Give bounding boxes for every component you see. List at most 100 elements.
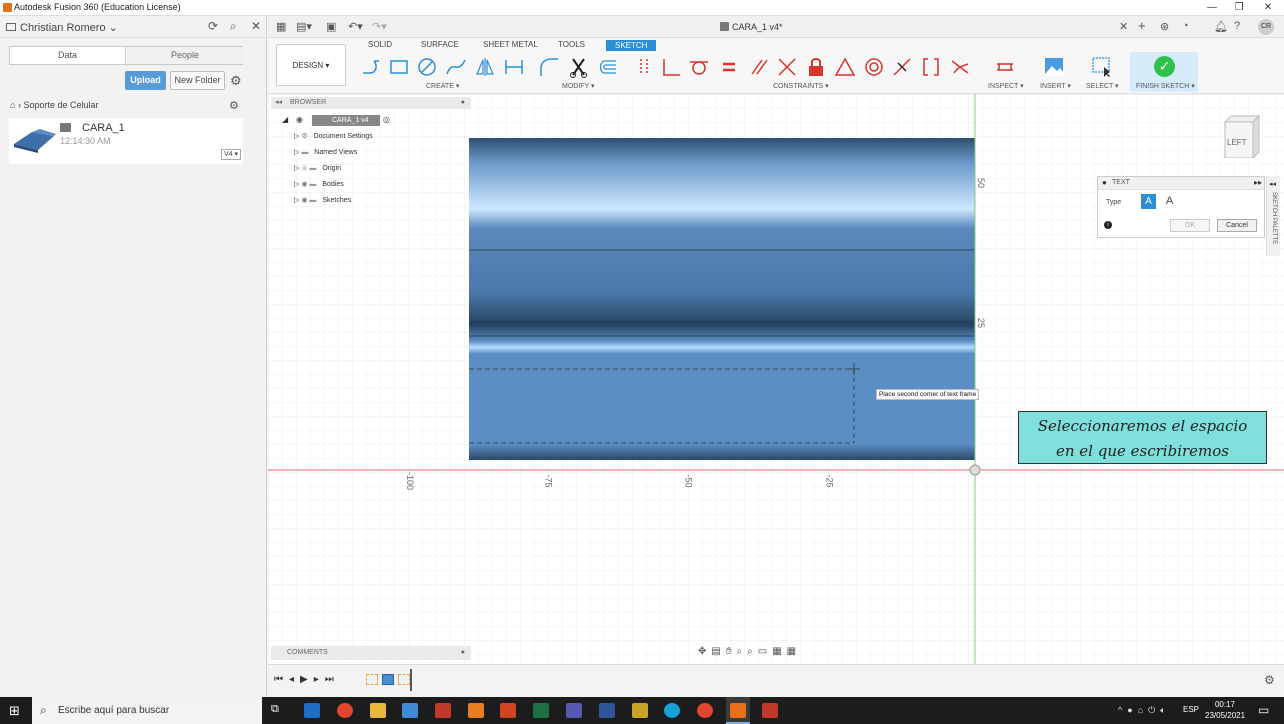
modify-group-label[interactable]: MODIFY ▾ xyxy=(562,82,595,90)
timeline-settings-icon[interactable]: ⚙ xyxy=(1264,673,1275,687)
home-icon[interactable]: ⌂ xyxy=(10,100,15,110)
circle-tool-icon[interactable] xyxy=(416,56,438,78)
create-group-label[interactable]: CREATE ▾ xyxy=(426,82,459,90)
extensions-icon[interactable]: ⊛ xyxy=(1160,20,1169,33)
dimension-tool-icon[interactable] xyxy=(503,56,525,78)
help-icon[interactable]: ? xyxy=(1234,20,1240,32)
tab-surface[interactable]: SURFACE xyxy=(421,40,459,49)
language-indicator[interactable]: ESP xyxy=(1183,705,1199,714)
activate-radio-icon[interactable]: ◎ xyxy=(383,115,390,124)
collinear-constraint-icon[interactable] xyxy=(776,56,798,78)
text-type-frame-button[interactable]: A xyxy=(1141,194,1156,209)
minimize-icon[interactable]: — xyxy=(1198,0,1226,16)
offset-tool-icon[interactable] xyxy=(596,56,618,78)
dialog-options-icon[interactable]: ● xyxy=(1102,178,1107,187)
chrome-icon[interactable] xyxy=(337,703,353,718)
teams-icon[interactable] xyxy=(566,703,582,718)
horizontal-vertical-constraint-icon[interactable] xyxy=(920,56,942,78)
step-back-icon[interactable]: ◂ xyxy=(289,674,300,685)
breadcrumb[interactable]: ⌂ › Soporte de Celular xyxy=(10,100,98,110)
document-title[interactable]: CARA_1 v4* xyxy=(732,22,783,32)
job-status-icon[interactable]: ◔ xyxy=(1182,20,1189,32)
tangent-constraint-icon[interactable] xyxy=(688,56,710,78)
clock[interactable]: 00:17 23/05/2021 xyxy=(1205,699,1245,721)
timeline-extrude-feature[interactable] xyxy=(382,674,394,685)
browser-item-sketches[interactable]: ▷ ◉ ▬ Sketches xyxy=(294,196,351,204)
word-icon[interactable] xyxy=(599,703,615,718)
viewports-icon[interactable]: ▦ xyxy=(787,646,801,657)
select-icon[interactable] xyxy=(1091,56,1113,78)
concentric-constraint-icon[interactable] xyxy=(863,56,885,78)
search-icon[interactable]: ⌕ xyxy=(230,19,237,34)
cortana-icon[interactable] xyxy=(664,703,680,718)
avatar[interactable]: CR xyxy=(1258,19,1274,35)
project-settings-icon[interactable]: ⚙ xyxy=(229,99,239,112)
coincident-constraint-icon[interactable] xyxy=(633,56,655,78)
constraints-group-label[interactable]: CONSTRAINTS ▾ xyxy=(773,82,829,90)
finish-sketch-button[interactable]: ✓ FINISH SKETCH ▾ xyxy=(1130,52,1198,92)
browser-item-named-views[interactable]: ▷ ▬ Named Views xyxy=(294,148,357,156)
maximize-icon[interactable]: ❐ xyxy=(1225,0,1253,16)
orbit-icon[interactable]: ✥ xyxy=(698,646,711,657)
tab-data[interactable]: Data xyxy=(10,47,126,64)
chrome-profile-icon[interactable] xyxy=(697,703,713,718)
equal-constraint-icon[interactable] xyxy=(718,56,740,78)
go-to-end-icon[interactable]: ⏭︎ xyxy=(325,674,340,685)
grid-settings-icon[interactable]: ▦ xyxy=(772,646,786,657)
collapse-icon[interactable]: ◂◂ xyxy=(275,99,282,106)
comments-options-icon[interactable]: ● xyxy=(461,646,465,660)
insert-group-label[interactable]: INSERT ▾ xyxy=(1040,82,1071,90)
browser-item-document-settings[interactable]: ▷ ⚙ Document Settings xyxy=(294,132,373,140)
perpendicular-constraint-icon[interactable] xyxy=(660,56,682,78)
text-type-path-button[interactable]: A xyxy=(1162,194,1177,209)
text-dialog-header[interactable]: ● TEXT ▸▸ xyxy=(1098,177,1264,190)
viewcube[interactable]: LEFT xyxy=(1215,114,1263,160)
refresh-icon[interactable]: ⟳ xyxy=(208,19,218,33)
tray-app-icon[interactable]: ● xyxy=(1127,705,1137,715)
mirror-tool-icon[interactable] xyxy=(474,56,496,78)
expand-icon[interactable]: ◢ xyxy=(282,115,288,124)
edge-icon[interactable] xyxy=(304,703,320,718)
line-tool-icon[interactable] xyxy=(360,56,382,78)
file-explorer-icon[interactable] xyxy=(370,703,386,718)
tab-sketch[interactable]: SKETCH xyxy=(606,40,657,51)
info-icon[interactable]: i xyxy=(1104,221,1112,229)
apps-grid-icon[interactable]: ▦ xyxy=(276,20,286,33)
spline-tool-icon[interactable] xyxy=(445,56,467,78)
measure-icon[interactable] xyxy=(994,56,1016,78)
timeline-sketch-feature[interactable] xyxy=(366,674,378,685)
play-icon[interactable]: ▶ xyxy=(300,674,314,685)
look-at-icon[interactable]: ▤ xyxy=(711,646,725,657)
parallel-constraint-icon[interactable] xyxy=(748,56,770,78)
fit-icon[interactable]: ⌕ xyxy=(747,646,758,657)
cancel-button[interactable]: Cancel xyxy=(1217,219,1257,232)
ok-button[interactable]: OK xyxy=(1170,219,1210,232)
network-icon[interactable]: ⌂ xyxy=(1138,705,1148,715)
sticky-notes-icon[interactable] xyxy=(632,703,648,718)
expand-dialog-icon[interactable]: ▸▸ xyxy=(1254,178,1262,187)
rectangle-tool-icon[interactable] xyxy=(388,56,410,78)
pan-icon[interactable]: ✋︎ xyxy=(726,646,737,657)
browser-options-icon[interactable]: ● xyxy=(461,97,465,109)
expand-palette-icon[interactable]: ◂◂ xyxy=(1269,180,1276,188)
sketch-palette-tab[interactable]: ◂◂ SKETCH PALETTE xyxy=(1266,176,1280,256)
tab-solid[interactable]: SOLID xyxy=(368,40,392,49)
tab-people[interactable]: People xyxy=(127,47,243,64)
step-forward-icon[interactable]: ▸ xyxy=(314,674,325,685)
display-settings-icon[interactable]: ▭ xyxy=(758,646,772,657)
trim-tool-icon[interactable] xyxy=(568,56,590,78)
curvature-constraint-icon[interactable] xyxy=(949,56,971,78)
undo-icon[interactable]: ↶▾ xyxy=(348,20,363,33)
redo-icon[interactable]: ↷▾ xyxy=(372,20,387,33)
browser-root-item[interactable]: ◢ ◉ CARA_1 v4 ◎ xyxy=(282,115,390,127)
usb-icon[interactable]: ⏻ xyxy=(1148,705,1160,715)
volume-icon[interactable]: 🔈︎ xyxy=(1160,705,1170,715)
acrobat-icon[interactable] xyxy=(762,703,778,718)
visibility-eye-icon[interactable]: ◉ xyxy=(301,197,307,204)
autocad-icon[interactable] xyxy=(435,703,451,718)
save-icon[interactable]: ▣ xyxy=(326,20,336,33)
version-badge[interactable]: V4 ▾ xyxy=(221,149,241,160)
close-panel-icon[interactable]: ✕ xyxy=(251,19,261,33)
upload-button[interactable]: Upload xyxy=(125,71,166,90)
close-icon[interactable]: ✕ xyxy=(1254,0,1282,16)
